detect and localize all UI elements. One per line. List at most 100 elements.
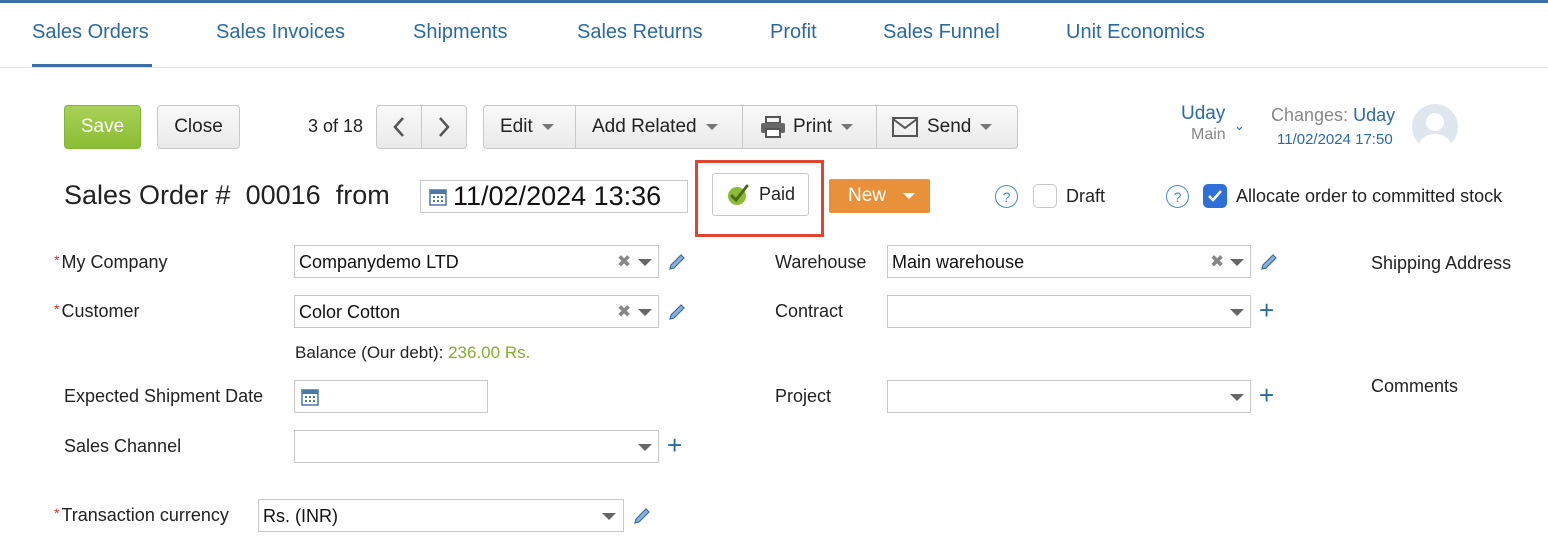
caret-down-icon bbox=[841, 124, 854, 130]
checkmark-icon bbox=[1208, 190, 1222, 202]
close-button[interactable]: Close bbox=[157, 105, 240, 149]
expected-shipment-label: Expected Shipment Date bbox=[64, 386, 264, 406]
balance-label: Balance (Our debt): bbox=[295, 343, 444, 362]
dropdown-arrow-icon[interactable] bbox=[1230, 259, 1244, 266]
changes-info: Changes: Uday bbox=[1271, 105, 1395, 126]
tab-shipments[interactable]: Shipments bbox=[413, 21, 508, 44]
customer-label: * Customer bbox=[54, 301, 140, 321]
action-button-group: Edit Add Related Print Send bbox=[483, 105, 1018, 149]
print-label: Print bbox=[793, 116, 833, 137]
caret-down-icon bbox=[541, 124, 554, 130]
dropdown-arrow-icon[interactable] bbox=[638, 259, 652, 266]
project-select[interactable] bbox=[887, 380, 1251, 413]
dropdown-arrow-icon[interactable] bbox=[602, 513, 616, 520]
warehouse-label: Warehouse bbox=[775, 252, 867, 272]
status-label: New bbox=[848, 185, 887, 206]
add-related-menu-button[interactable]: Add Related bbox=[592, 106, 718, 148]
edit-pencil-icon[interactable] bbox=[668, 253, 686, 271]
add-contract-icon[interactable]: + bbox=[1259, 297, 1274, 323]
contract-select[interactable] bbox=[887, 295, 1251, 328]
tab-sales-invoices[interactable]: Sales Invoices bbox=[216, 21, 345, 44]
tab-profit[interactable]: Profit bbox=[770, 21, 817, 44]
calendar-icon[interactable] bbox=[301, 388, 319, 406]
clear-icon[interactable]: ✖ bbox=[1210, 252, 1224, 272]
paid-button[interactable]: Paid bbox=[712, 173, 809, 216]
edit-menu-button[interactable]: Edit bbox=[500, 106, 554, 148]
add-related-label: Add Related bbox=[592, 116, 697, 137]
add-project-icon[interactable]: + bbox=[1259, 382, 1274, 408]
chevron-down-icon[interactable]: ⌄ bbox=[1234, 118, 1245, 134]
transaction-currency-value: Rs. (INR) bbox=[263, 506, 338, 526]
allocate-help-icon[interactable]: ? bbox=[1166, 185, 1189, 208]
envelope-icon bbox=[892, 117, 918, 137]
user-silhouette-icon bbox=[1419, 113, 1451, 150]
pager-count: 3 of 18 bbox=[308, 116, 364, 136]
caret-down-icon bbox=[903, 193, 916, 199]
contract-label: Contract bbox=[775, 301, 844, 321]
edit-pencil-icon[interactable] bbox=[633, 507, 651, 525]
chevron-left-icon bbox=[393, 117, 404, 137]
my-company-select[interactable]: Companydemo LTD ✖ bbox=[294, 245, 659, 278]
sales-channel-select[interactable] bbox=[294, 430, 659, 463]
next-record-button[interactable] bbox=[421, 105, 467, 149]
edit-pencil-icon[interactable] bbox=[668, 303, 686, 321]
avatar[interactable] bbox=[1412, 104, 1458, 150]
project-label: Project bbox=[775, 386, 832, 406]
warehouse-value: Main warehouse bbox=[892, 252, 1025, 272]
expected-shipment-date-field[interactable] bbox=[294, 380, 488, 413]
title-label: Sales Order # bbox=[64, 180, 231, 210]
paid-label: Paid bbox=[758, 184, 796, 204]
balance-amount: 236.00 Rs. bbox=[448, 343, 531, 362]
tab-bar: Sales Orders Sales Invoices Shipments Sa… bbox=[0, 3, 1548, 68]
tab-sales-orders[interactable]: Sales Orders bbox=[32, 21, 149, 44]
draft-checkbox[interactable] bbox=[1033, 184, 1057, 208]
dropdown-arrow-icon[interactable] bbox=[1230, 309, 1244, 316]
dropdown-arrow-icon[interactable] bbox=[638, 444, 652, 451]
tab-unit-economics[interactable]: Unit Economics bbox=[1066, 21, 1205, 44]
printer-icon bbox=[761, 116, 785, 138]
transaction-currency-select[interactable]: Rs. (INR) bbox=[258, 499, 624, 532]
draft-label: Draft bbox=[1066, 186, 1106, 206]
order-number: 00016 bbox=[245, 180, 321, 210]
page-title: Sales Order # 00016 from bbox=[64, 180, 390, 211]
caret-down-icon bbox=[980, 124, 993, 130]
comments-label: Comments bbox=[1371, 376, 1459, 396]
sales-channel-label: Sales Channel bbox=[64, 436, 182, 456]
clear-icon[interactable]: ✖ bbox=[617, 302, 631, 322]
edit-label: Edit bbox=[500, 116, 533, 137]
order-datetime-value: 11/02/2024 13:36 bbox=[453, 181, 662, 211]
dropdown-arrow-icon[interactable] bbox=[638, 309, 652, 316]
my-company-value: Companydemo LTD bbox=[299, 252, 459, 272]
print-menu-button[interactable]: Print bbox=[760, 106, 854, 148]
shipping-address-label: Shipping Address bbox=[1371, 253, 1512, 273]
add-sales-channel-icon[interactable]: + bbox=[667, 432, 682, 458]
status-dropdown[interactable]: New bbox=[829, 179, 930, 213]
order-datetime-field[interactable]: 11/02/2024 13:36 bbox=[420, 180, 688, 213]
transaction-currency-label: * Transaction currency bbox=[54, 505, 229, 525]
dropdown-arrow-icon[interactable] bbox=[1230, 394, 1244, 401]
send-menu-button[interactable]: Send bbox=[892, 106, 993, 148]
previous-record-button[interactable] bbox=[376, 105, 422, 149]
clear-icon[interactable]: ✖ bbox=[617, 252, 631, 272]
customer-balance: Balance (Our debt): 236.00 Rs. bbox=[295, 343, 530, 363]
current-user-name[interactable]: Uday bbox=[1181, 103, 1225, 125]
allocate-checkbox[interactable] bbox=[1203, 184, 1227, 208]
draft-help-icon[interactable]: ? bbox=[995, 185, 1018, 208]
edit-pencil-icon[interactable] bbox=[1260, 253, 1278, 271]
check-circle-icon bbox=[727, 184, 749, 205]
changes-user-link[interactable]: Uday bbox=[1353, 105, 1395, 125]
my-company-label: * My Company bbox=[54, 252, 168, 272]
customer-value: Color Cotton bbox=[299, 302, 401, 322]
tab-sales-returns[interactable]: Sales Returns bbox=[577, 21, 703, 44]
calendar-icon[interactable] bbox=[429, 188, 447, 206]
allocate-label: Allocate order to committed stock bbox=[1236, 186, 1503, 206]
changes-date: 11/02/2024 17:50 bbox=[1277, 131, 1393, 148]
from-label: from bbox=[335, 180, 390, 210]
caret-down-icon bbox=[705, 124, 718, 130]
save-button[interactable]: Save bbox=[64, 105, 141, 149]
chevron-right-icon bbox=[439, 117, 450, 137]
current-user-org: Main bbox=[1191, 126, 1226, 143]
tab-sales-funnel[interactable]: Sales Funnel bbox=[883, 21, 1000, 44]
warehouse-select[interactable]: Main warehouse ✖ bbox=[887, 245, 1251, 278]
customer-select[interactable]: Color Cotton ✖ bbox=[294, 295, 659, 328]
